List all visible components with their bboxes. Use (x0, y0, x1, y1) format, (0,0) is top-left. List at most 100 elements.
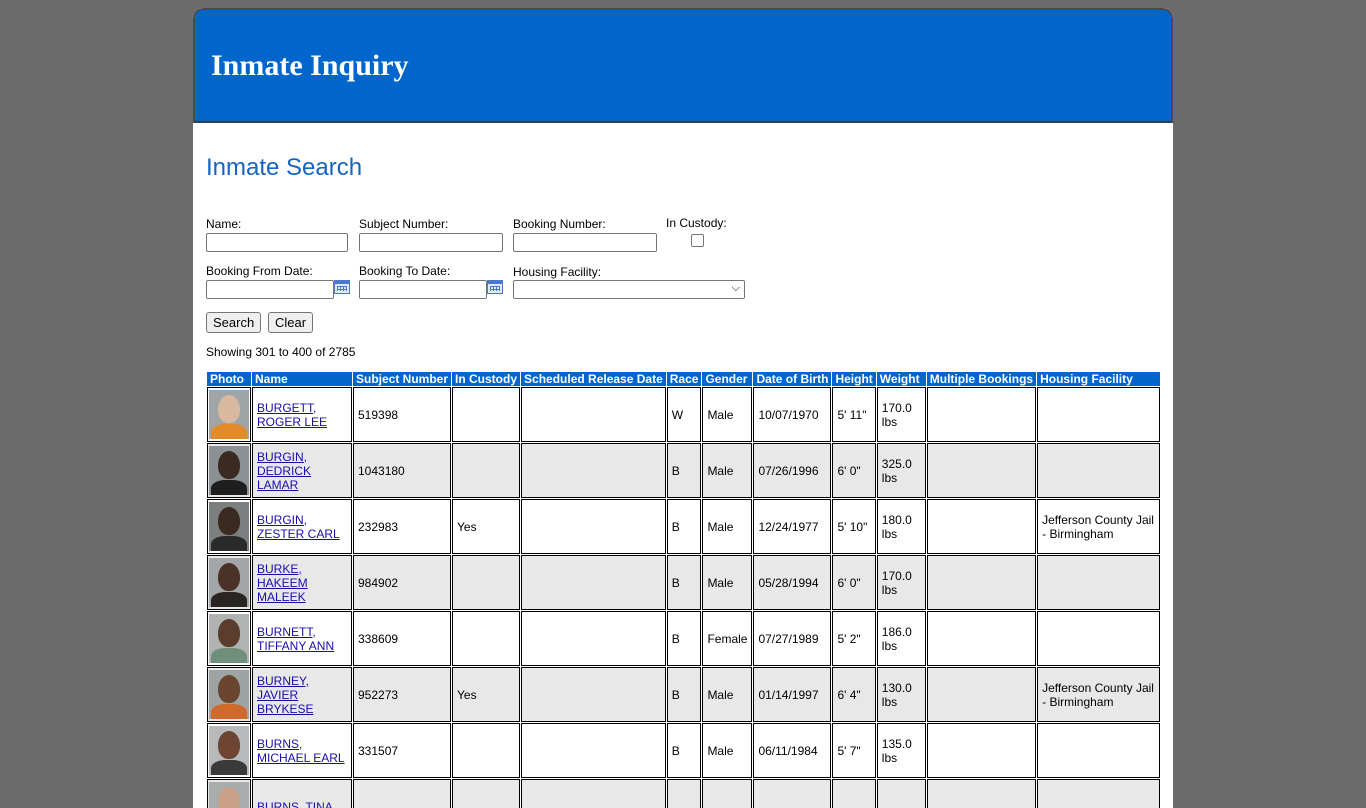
subject-number-cell: 984902 (353, 555, 451, 610)
column-header-gender: Gender (702, 372, 752, 386)
calendar-icon[interactable] (487, 280, 503, 294)
in-custody-cell: Yes (452, 499, 520, 554)
gender-cell: Male (702, 387, 752, 442)
race-cell: B (667, 499, 702, 554)
calendar-icon[interactable] (334, 280, 350, 294)
multiple-bookings-cell (927, 443, 1036, 498)
table-row: BURKE, HAKEEM MALEEK984902 BMale05/28/199… (207, 555, 1160, 610)
multiple-bookings-cell (927, 611, 1036, 666)
name-input[interactable] (206, 233, 348, 252)
race-cell: B (667, 667, 702, 722)
booking-number-input[interactable] (513, 233, 657, 252)
in-custody-cell (452, 555, 520, 610)
subject-number-cell: 519398 (353, 387, 451, 442)
race-cell: W (667, 387, 702, 442)
name-cell: BURNS, TINA (252, 779, 352, 808)
release-date-cell (521, 387, 666, 442)
name-cell: BURKE, HAKEEM MALEEK (252, 555, 352, 610)
table-row: BURGIN, ZESTER CARL232983Yes BMale12/24/1… (207, 499, 1160, 554)
dob-cell (753, 779, 831, 808)
booking-from-date-input[interactable] (206, 280, 334, 299)
race-cell (667, 779, 702, 808)
inmate-name-link[interactable]: BURNS, TINA (257, 800, 347, 808)
housing-facility-cell (1037, 387, 1160, 442)
race-cell: B (667, 611, 702, 666)
table-row: BURGETT, ROGER LEE519398WMale10/07/19705… (207, 387, 1160, 442)
inmate-photo (209, 558, 249, 607)
inmate-name-link[interactable]: BURKE, HAKEEM MALEEK (257, 562, 347, 604)
race-cell: B (667, 723, 702, 778)
gender-cell: Male (702, 555, 752, 610)
subject-number-label: Subject Number: (359, 217, 448, 231)
dob-cell: 07/27/1989 (753, 611, 831, 666)
gender-cell: Male (702, 499, 752, 554)
housing-facility-cell (1037, 443, 1160, 498)
gender-cell: Male (702, 443, 752, 498)
name-cell: BURGETT, ROGER LEE (252, 387, 352, 442)
weight-cell: 130.0 lbs (877, 667, 926, 722)
photo-cell (207, 779, 251, 808)
gender-cell: Male (702, 723, 752, 778)
subject-number-input[interactable] (359, 233, 503, 252)
table-row: BURNETT, TIFFANY ANN338609 BFemale07/27/1… (207, 611, 1160, 666)
booking-number-label: Booking Number: (513, 217, 606, 231)
page-container: Inmate Inquiry Inmate Search Name: Subje… (193, 8, 1173, 808)
weight-cell: 186.0 lbs (877, 611, 926, 666)
in-custody-cell (452, 611, 520, 666)
in-custody-cell (452, 387, 520, 442)
weight-cell: 170.0 lbs (877, 555, 926, 610)
name-cell: BURNETT, TIFFANY ANN (252, 611, 352, 666)
inmate-name-link[interactable]: BURNEY, JAVIER BRYKESE (257, 674, 347, 716)
housing-facility-cell (1037, 779, 1160, 808)
inmate-photo (209, 614, 249, 663)
multiple-bookings-cell (927, 555, 1036, 610)
name-cell: BURNS, MICHAEL EARL (252, 723, 352, 778)
table-row: BURGIN, DEDRICK LAMAR1043180BMale07/26/1… (207, 443, 1160, 498)
chevron-down-icon: ⌵ (732, 282, 740, 295)
name-label: Name: (206, 217, 241, 231)
inmate-photo (209, 670, 249, 719)
booking-to-date-input[interactable] (359, 280, 487, 299)
results-count: Showing 301 to 400 of 2785 (206, 345, 355, 359)
page-title: Inmate Inquiry (211, 49, 409, 83)
dob-cell: 12/24/1977 (753, 499, 831, 554)
inmate-name-link[interactable]: BURGETT, ROGER LEE (257, 401, 347, 429)
height-cell: 6' 0" (832, 555, 875, 610)
release-date-cell (521, 723, 666, 778)
results-table: Photo Name Subject Number In Custody Sch… (206, 371, 1161, 808)
search-button[interactable]: Search (206, 312, 261, 333)
inmate-name-link[interactable]: BURGIN, DEDRICK LAMAR (257, 450, 347, 492)
clear-button[interactable]: Clear (268, 312, 313, 333)
photo-cell (207, 611, 251, 666)
inmate-name-link[interactable]: BURNS, MICHAEL EARL (257, 737, 347, 765)
housing-facility-cell: Jefferson County Jail - Birmingham (1037, 499, 1160, 554)
section-title: Inmate Search (206, 154, 362, 182)
subject-number-cell: 232983 (353, 499, 451, 554)
subject-number-cell: 338609 (353, 611, 451, 666)
gender-cell: Female (702, 611, 752, 666)
race-cell: B (667, 555, 702, 610)
inmate-photo (209, 502, 249, 551)
weight-cell: 170.0 lbs (877, 387, 926, 442)
in-custody-label: In Custody: (666, 216, 727, 230)
weight-cell: 180.0 lbs (877, 499, 926, 554)
column-header-subject-number: Subject Number (353, 372, 451, 386)
column-header-release-date: Scheduled Release Date (521, 372, 666, 386)
dob-cell: 06/11/1984 (753, 723, 831, 778)
multiple-bookings-cell (927, 723, 1036, 778)
in-custody-checkbox[interactable] (691, 234, 704, 247)
column-header-name: Name (252, 372, 352, 386)
dob-cell: 05/28/1994 (753, 555, 831, 610)
results-body: BURGETT, ROGER LEE519398WMale10/07/19705… (207, 387, 1160, 808)
housing-facility-select[interactable]: ⌵ (513, 280, 745, 299)
inmate-name-link[interactable]: BURGIN, ZESTER CARL (257, 513, 347, 541)
gender-cell: Male (702, 667, 752, 722)
housing-facility-cell (1037, 555, 1160, 610)
booking-to-date-label: Booking To Date: (359, 264, 450, 278)
inmate-name-link[interactable]: BURNETT, TIFFANY ANN (257, 625, 347, 653)
height-cell: 5' 7" (832, 723, 875, 778)
column-header-housing-facility: Housing Facility (1037, 372, 1160, 386)
inmate-photo (209, 446, 249, 495)
dob-cell: 01/14/1997 (753, 667, 831, 722)
dob-cell: 10/07/1970 (753, 387, 831, 442)
